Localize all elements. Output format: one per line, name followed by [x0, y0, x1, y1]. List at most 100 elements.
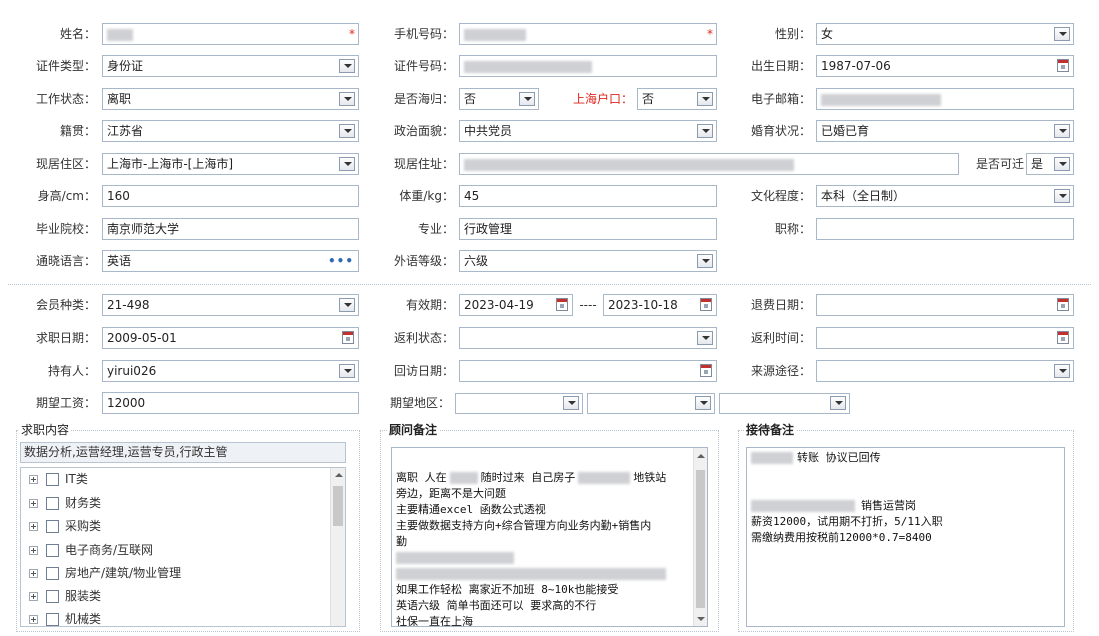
consultant-notes-textarea[interactable]: 离职 人在 随时过来 自己房子 地铁站 旁边，距离不是大问题 主要精通excel 函… [391, 447, 708, 627]
native-place-select[interactable]: 江苏省 [102, 120, 359, 142]
calendar-icon[interactable] [1057, 59, 1069, 72]
chevron-down-icon[interactable] [563, 396, 579, 410]
checkbox[interactable] [46, 567, 59, 580]
expand-icon[interactable] [29, 546, 38, 555]
calendar-icon[interactable] [1057, 298, 1069, 311]
name-input[interactable]: * [102, 23, 359, 45]
checkbox[interactable] [46, 590, 59, 603]
note-line: 离职 人在 随时过来 自己房子 地铁站 [396, 471, 667, 484]
holder-select[interactable]: yirui026 [102, 360, 359, 382]
checkbox[interactable] [46, 520, 59, 533]
id-type-select[interactable]: 身份证 [102, 55, 359, 77]
rebate-status-select[interactable] [459, 327, 717, 349]
weight-input[interactable]: 45 [459, 185, 717, 207]
tree-item[interactable]: 采购类 [29, 515, 101, 537]
tree-item[interactable]: 财务类 [29, 492, 101, 514]
expand-icon[interactable] [29, 592, 38, 601]
more-options-icon[interactable]: ••• [328, 251, 354, 271]
chevron-down-icon[interactable] [697, 124, 713, 138]
checkbox[interactable] [46, 613, 59, 626]
phone-value-redacted [464, 28, 526, 41]
calendar-icon[interactable] [700, 298, 712, 311]
tree-scrollbar[interactable] [330, 468, 345, 626]
member-type-select[interactable]: 21-498 [102, 294, 359, 316]
chevron-down-icon[interactable] [339, 364, 355, 378]
chevron-down-icon[interactable] [1054, 124, 1070, 138]
height-input[interactable]: 160 [102, 185, 359, 207]
scrollbar-thumb[interactable] [696, 470, 705, 608]
chevron-down-icon[interactable] [697, 254, 713, 268]
scroll-down-icon[interactable] [697, 617, 705, 621]
languages-input[interactable]: 英语 ••• [102, 250, 359, 272]
expand-icon[interactable] [29, 522, 38, 531]
chevron-down-icon[interactable] [695, 396, 711, 410]
chevron-down-icon[interactable] [1054, 189, 1070, 203]
calendar-icon[interactable] [556, 298, 568, 311]
chevron-down-icon[interactable] [339, 124, 355, 138]
language-level-select[interactable]: 六级 [459, 250, 717, 272]
returnee-select[interactable]: 否 [459, 88, 539, 110]
chevron-down-icon[interactable] [1054, 364, 1070, 378]
expected-area-city-select[interactable] [587, 393, 715, 414]
marital-select[interactable]: 已婚已育 [816, 120, 1074, 142]
chevron-down-icon[interactable] [830, 396, 846, 410]
rebate-time-input[interactable] [816, 327, 1074, 349]
checkbox[interactable] [46, 544, 59, 557]
chevron-down-icon[interactable] [339, 157, 355, 171]
reception-notes-textarea[interactable]: 转账 协议已回传 销售运营岗 薪资12000，试用期不打折，5/11入职 需缴纳… [746, 447, 1065, 627]
gender-value: 女 [821, 27, 834, 41]
chevron-down-icon[interactable] [339, 298, 355, 312]
phone-input[interactable]: * [459, 23, 717, 45]
birth-date-input[interactable]: 1987-07-06 [816, 55, 1074, 77]
id-number-input[interactable] [459, 55, 717, 77]
chevron-down-icon[interactable] [339, 59, 355, 73]
scroll-up-icon[interactable] [697, 454, 705, 458]
validity-end-input[interactable]: 2023-10-18 [603, 294, 717, 316]
expected-area-province-select[interactable] [455, 393, 583, 414]
tree-item[interactable]: 服装类 [29, 585, 101, 607]
checkbox[interactable] [46, 473, 59, 486]
notes-scrollbar[interactable] [693, 448, 707, 626]
scrollbar-thumb[interactable] [333, 486, 343, 526]
residence-address-input[interactable] [459, 153, 959, 175]
expand-icon[interactable] [29, 475, 38, 484]
chevron-down-icon[interactable] [697, 331, 713, 345]
calendar-icon[interactable] [700, 364, 712, 377]
tree-item[interactable]: 房地产/建筑/物业管理 [29, 562, 181, 584]
email-input[interactable] [816, 88, 1074, 110]
chevron-down-icon[interactable] [697, 92, 713, 106]
refund-date-input[interactable] [816, 294, 1074, 316]
chevron-down-icon[interactable] [1054, 157, 1070, 171]
expected-area-district-select[interactable] [719, 393, 850, 414]
tree-item[interactable]: IT类 [29, 468, 88, 490]
chevron-down-icon[interactable] [339, 92, 355, 106]
expand-icon[interactable] [29, 569, 38, 578]
chevron-down-icon[interactable] [1054, 27, 1070, 41]
expand-icon[interactable] [29, 499, 38, 508]
political-select[interactable]: 中共党员 [459, 120, 717, 142]
relocatable-select[interactable]: 是 [1026, 153, 1074, 175]
major-input[interactable]: 行政管理 [459, 218, 717, 240]
chevron-down-icon[interactable] [519, 92, 535, 106]
validity-start-input[interactable]: 2023-04-19 [459, 294, 573, 316]
title-input[interactable] [816, 218, 1074, 240]
scroll-up-icon[interactable] [335, 473, 343, 477]
school-input[interactable]: 南京师范大学 [102, 218, 359, 240]
education-select[interactable]: 本科（全日制） [816, 185, 1074, 207]
source-select[interactable] [816, 360, 1074, 382]
revisit-date-input[interactable] [459, 360, 717, 382]
expected-salary-input[interactable]: 12000 [102, 392, 359, 414]
gender-select[interactable]: 女 [816, 23, 1074, 45]
job-seek-date-input[interactable]: 2009-05-01 [102, 327, 359, 349]
calendar-icon[interactable] [342, 331, 354, 344]
job-category-tree[interactable]: IT类 财务类 采购类 电子商务/互联网 房地产/建筑/物业管理 服装类 机械类 [20, 467, 346, 627]
rebate-time-label: 返利时间： [750, 331, 811, 345]
work-status-select[interactable]: 离职 [102, 88, 359, 110]
shanghai-hukou-select[interactable]: 否 [637, 88, 717, 110]
tree-item[interactable]: 电子商务/互联网 [29, 539, 153, 561]
expand-icon[interactable] [29, 615, 38, 624]
calendar-icon[interactable] [1057, 331, 1069, 344]
residence-area-select[interactable]: 上海市-上海市-[上海市] [102, 153, 359, 175]
checkbox[interactable] [46, 497, 59, 510]
tree-item[interactable]: 机械类 [29, 608, 101, 626]
